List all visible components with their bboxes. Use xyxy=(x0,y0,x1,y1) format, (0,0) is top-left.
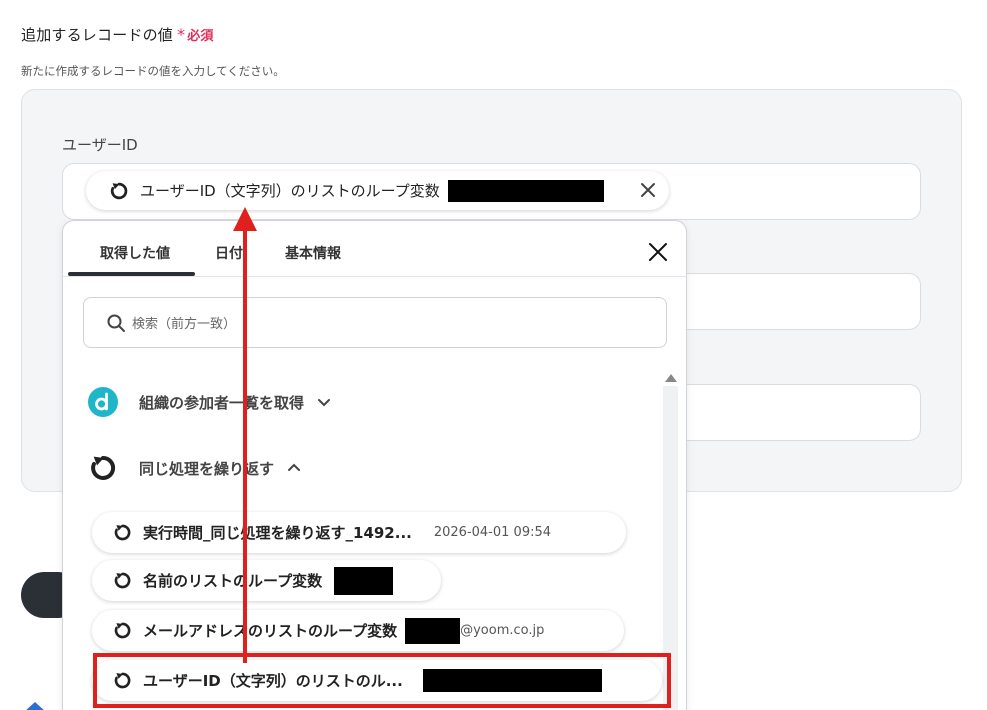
search-placeholder: 検索（前方一致） xyxy=(132,317,237,332)
section-description: 新たに作成するレコードの値を入力してください。 xyxy=(21,64,285,78)
redacted-value xyxy=(405,617,461,644)
redacted-value xyxy=(447,179,604,202)
loop-icon xyxy=(110,182,128,199)
variable-picker-popup: 取得した値 日付 基本情報 検索（前方一致） 組織の参加者一覧を取得 同じ処理を… xyxy=(62,220,687,710)
group-loop[interactable]: 同じ処理を繰り返す xyxy=(87,452,302,484)
required-star: * xyxy=(177,25,186,44)
item-meta: @yoom.co.jp xyxy=(460,623,545,638)
loop-icon xyxy=(114,572,131,589)
loop-icon xyxy=(114,524,131,541)
user-id-token[interactable]: ユーザーID（文字列）のリストのループ変数 xyxy=(86,171,669,210)
section-title: 追加するレコードの値 * 必須 xyxy=(21,24,214,45)
search-input[interactable]: 検索（前方一致） xyxy=(83,297,667,348)
diamond-icon xyxy=(26,702,44,710)
group-org-participants[interactable]: 組織の参加者一覧を取得 xyxy=(87,386,332,418)
list-item[interactable]: 実行時間_同じ処理を繰り返す_1492... 2026-04-01 09:54 xyxy=(92,512,626,553)
highlight-box xyxy=(93,653,671,708)
d-app-icon xyxy=(88,387,118,417)
list-item[interactable]: メールアドレスのリストのループ変数 @yoom.co.jp xyxy=(92,610,624,651)
close-icon[interactable] xyxy=(647,241,669,263)
chevron-down-icon[interactable] xyxy=(316,394,332,410)
loop-icon xyxy=(91,455,116,480)
field-label-user-id: ユーザーID xyxy=(62,136,138,154)
popup-tabs: 取得した値 日付 基本情報 xyxy=(63,221,686,277)
required-label: 必須 xyxy=(187,29,214,44)
item-meta: 2026-04-01 09:54 xyxy=(433,525,552,540)
item-label: 実行時間_同じ処理を繰り返す_1492... xyxy=(143,524,412,542)
chevron-up-icon[interactable] xyxy=(286,460,302,476)
group-label: 組織の参加者一覧を取得 xyxy=(139,393,305,412)
tab-acquired-values[interactable]: 取得した値 xyxy=(100,243,170,263)
item-label: メールアドレスのリストのループ変数 xyxy=(143,622,398,640)
loop-icon xyxy=(114,622,131,639)
tab-basic-info[interactable]: 基本情報 xyxy=(285,243,341,263)
annotation-arrow xyxy=(233,207,257,663)
token-remove-icon[interactable] xyxy=(637,179,659,201)
token-label: ユーザーID（文字列）のリストのループ変数 xyxy=(140,182,440,200)
redacted-value xyxy=(334,566,394,595)
scroll-up-arrow[interactable] xyxy=(665,374,677,382)
active-tab-indicator xyxy=(68,272,195,276)
section-title-text: 追加するレコードの値 xyxy=(21,26,174,44)
search-icon xyxy=(107,314,125,332)
list-item[interactable]: 名前のリストのループ変数 xyxy=(92,560,441,601)
